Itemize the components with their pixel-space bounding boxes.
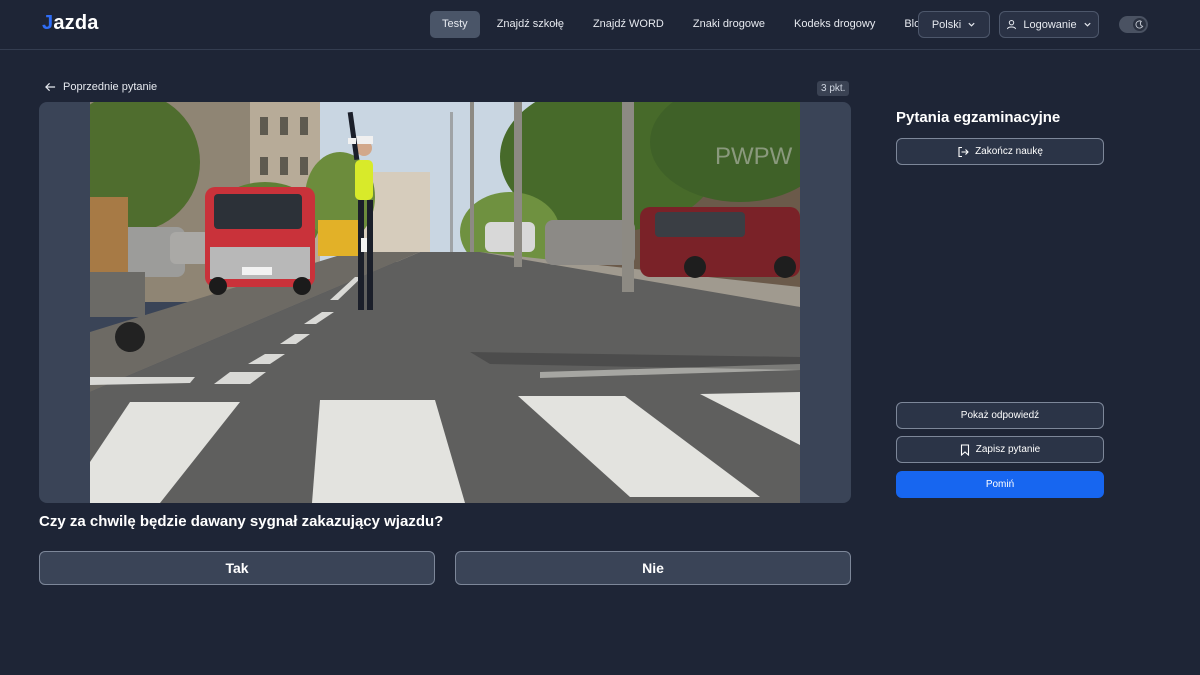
logo[interactable]: Jazda bbox=[42, 12, 99, 35]
question-media: PWPW bbox=[39, 102, 851, 503]
show-answer-label: Pokaż odpowiedź bbox=[960, 410, 1040, 421]
skip-button[interactable]: Pomiń bbox=[896, 471, 1104, 498]
language-label: Polski bbox=[931, 18, 962, 31]
question-photo: PWPW bbox=[90, 102, 800, 503]
save-question-label: Zapisz pytanie bbox=[975, 444, 1041, 455]
answer-no-button[interactable]: Nie bbox=[455, 551, 851, 585]
nav-znajdz-szkole[interactable]: Znajdź szkołę bbox=[485, 11, 576, 38]
login-label: Logowanie bbox=[1023, 18, 1077, 31]
nav-znajdz-word[interactable]: Znajdź WORD bbox=[581, 11, 676, 38]
nav-kodeks-drogowy[interactable]: Kodeks drogowy bbox=[782, 11, 887, 38]
save-question-button[interactable]: Zapisz pytanie bbox=[896, 436, 1104, 463]
points-badge: 3 pkt. bbox=[817, 81, 850, 96]
logout-icon bbox=[958, 146, 969, 157]
chevron-down-icon bbox=[1083, 22, 1091, 27]
chevron-down-icon bbox=[968, 22, 975, 27]
language-select[interactable]: Polski bbox=[918, 11, 990, 38]
skip-label: Pomiń bbox=[985, 479, 1015, 490]
top-navigation-bar: Jazda Testy Znajdź szkołę Znajdź WORD Zn… bbox=[0, 0, 1200, 50]
end-study-label: Zakończ naukę bbox=[975, 146, 1043, 157]
sidebar-title: Pytania egzaminacyjne bbox=[896, 109, 1061, 126]
login-button[interactable]: Logowanie bbox=[999, 11, 1099, 38]
main-nav: Testy Znajdź szkołę Znajdź WORD Znaki dr… bbox=[430, 11, 943, 38]
theme-toggle[interactable] bbox=[1119, 16, 1148, 33]
photo-watermark: PWPW bbox=[715, 143, 793, 170]
end-study-button[interactable]: Zakończ naukę bbox=[896, 138, 1104, 165]
answer-yes-button[interactable]: Tak bbox=[39, 551, 435, 585]
bookmark-icon bbox=[960, 443, 969, 456]
nav-znaki-drogowe[interactable]: Znaki drogowe bbox=[681, 11, 777, 38]
show-answer-button[interactable]: Pokaż odpowiedź bbox=[896, 402, 1104, 429]
nav-testy[interactable]: Testy bbox=[430, 11, 480, 38]
question-text: Czy za chwilę będzie dawany sygnał zakaz… bbox=[39, 513, 444, 530]
moon-icon bbox=[1135, 20, 1144, 29]
toggle-knob bbox=[1133, 18, 1146, 31]
previous-question-link[interactable]: Poprzednie pytanie bbox=[45, 81, 157, 93]
user-icon bbox=[1007, 19, 1017, 30]
previous-question-label: Poprzednie pytanie bbox=[63, 81, 158, 93]
arrow-left-icon bbox=[45, 82, 56, 92]
